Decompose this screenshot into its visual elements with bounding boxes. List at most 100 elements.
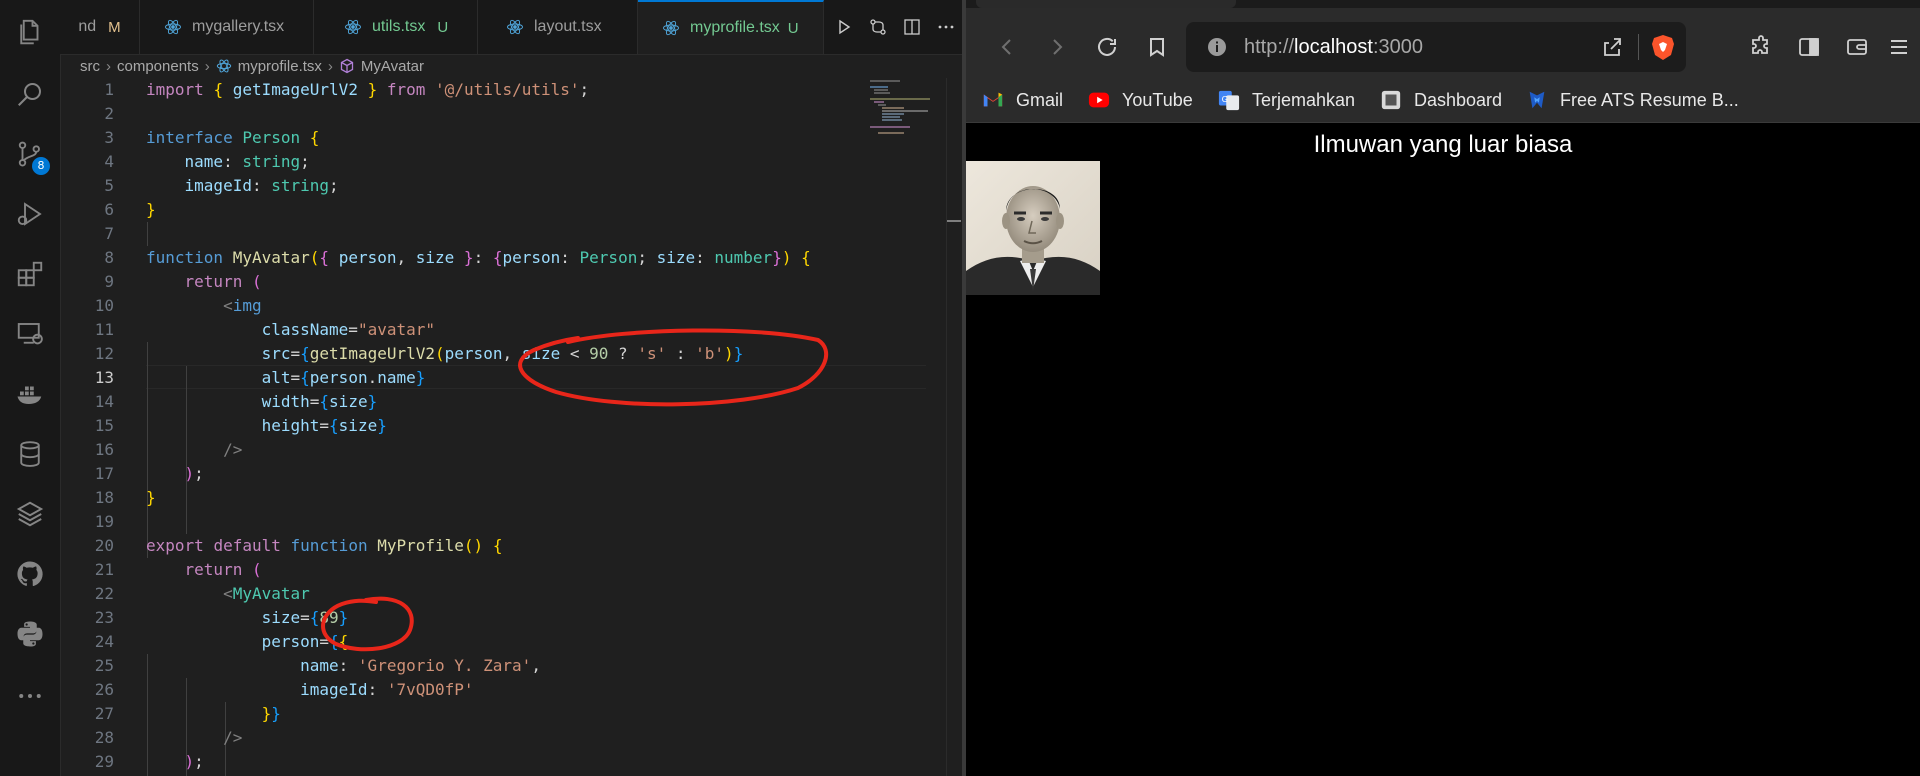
editor-tab-bar: nd M mygallery.tsx utils.tsx U layout.ts… bbox=[60, 0, 962, 55]
line-number: 27 bbox=[94, 704, 114, 723]
line-number: 4 bbox=[104, 152, 114, 171]
url-host: localhost bbox=[1294, 36, 1373, 58]
breadcrumb-symbol[interactable]: MyAvatar bbox=[361, 58, 424, 75]
code-editor[interactable]: 1 2 3 4 5 6 7 8 9 10 11 12 13 14 15 16 17 18 19 20 21 22 23 24 2… bbox=[60, 78, 962, 776]
code-line: className="avatar" bbox=[261, 320, 435, 339]
line-number: 29 bbox=[94, 752, 114, 771]
run-debug-icon[interactable] bbox=[14, 198, 46, 230]
layers-icon[interactable] bbox=[14, 498, 46, 530]
bookmark-label: Terjemahkan bbox=[1252, 89, 1356, 110]
react-icon bbox=[507, 19, 523, 35]
tab-label: layout.tsx bbox=[534, 18, 602, 35]
bookmark-dashboard[interactable]: Dashboard bbox=[1380, 88, 1502, 112]
code-line: <MyAvatar bbox=[223, 584, 310, 603]
line-number: 12 bbox=[94, 344, 114, 363]
sidebar-icon[interactable] bbox=[1792, 30, 1826, 64]
line-number: 28 bbox=[94, 728, 114, 747]
activity-bar: 8 bbox=[0, 0, 61, 776]
menu-icon[interactable] bbox=[1882, 30, 1916, 64]
breadcrumb-file[interactable]: myprofile.tsx bbox=[238, 58, 322, 75]
search-icon[interactable] bbox=[14, 78, 46, 110]
line-number: 15 bbox=[94, 416, 114, 435]
line-number: 11 bbox=[94, 320, 114, 339]
code-line: width={size} bbox=[261, 392, 378, 411]
extensions-icon[interactable] bbox=[14, 258, 46, 290]
run-icon[interactable] bbox=[834, 17, 854, 37]
tab-layout[interactable]: layout.tsx bbox=[478, 0, 638, 54]
back-icon[interactable] bbox=[990, 30, 1024, 64]
editor-actions bbox=[828, 0, 962, 54]
symbol-method-icon bbox=[340, 58, 354, 74]
browser-window: http://localhost:3000 Gmail YouTube G Te… bbox=[966, 0, 1920, 776]
code-line: export default function MyProfile() { bbox=[146, 536, 503, 555]
code-line: imageId: string; bbox=[184, 176, 339, 195]
code-line: } bbox=[146, 200, 156, 219]
remote-explorer-icon[interactable] bbox=[14, 318, 46, 350]
chevron-right-icon: › bbox=[204, 57, 210, 75]
database-icon[interactable] bbox=[14, 438, 46, 470]
line-number: 1 bbox=[104, 80, 114, 99]
split-editor-icon[interactable] bbox=[902, 17, 922, 37]
code-line: height={size} bbox=[261, 416, 387, 435]
editor-scrollbar[interactable] bbox=[946, 78, 961, 776]
wallet-icon[interactable] bbox=[1840, 30, 1874, 64]
tab-mygallery[interactable]: mygallery.tsx bbox=[140, 0, 314, 54]
breadcrumb-src[interactable]: src bbox=[80, 58, 100, 75]
bookmark-resume[interactable]: Free ATS Resume B... bbox=[1526, 88, 1739, 112]
info-icon[interactable] bbox=[1206, 36, 1228, 58]
line-number: 17 bbox=[94, 464, 114, 483]
line-number: 25 bbox=[94, 656, 114, 675]
bookmark-label: Gmail bbox=[1016, 89, 1064, 110]
address-bar[interactable]: http://localhost:3000 bbox=[1186, 22, 1686, 72]
share-icon[interactable] bbox=[1600, 35, 1624, 59]
code-line: size={89} bbox=[261, 608, 349, 627]
bookmark-gmail[interactable]: Gmail bbox=[982, 88, 1063, 112]
line-number: 18 bbox=[94, 488, 114, 507]
indent-guide bbox=[147, 222, 148, 246]
docker-icon[interactable] bbox=[14, 378, 46, 410]
explorer-icon[interactable] bbox=[14, 16, 46, 48]
react-icon bbox=[165, 19, 181, 35]
bookmark-youtube[interactable]: YouTube bbox=[1088, 88, 1193, 112]
minimap[interactable] bbox=[868, 78, 946, 138]
tab-label: nd bbox=[78, 18, 97, 35]
line-number: 3 bbox=[104, 128, 114, 147]
code-line: }} bbox=[261, 704, 281, 723]
tab-utils[interactable]: utils.tsx U bbox=[314, 0, 478, 54]
reload-icon[interactable] bbox=[1090, 30, 1124, 64]
line-number: 19 bbox=[94, 512, 114, 531]
bookmark-terjemahkan[interactable]: G Terjemahkan bbox=[1218, 88, 1355, 112]
line-number: 16 bbox=[94, 440, 114, 459]
scrollbar-cursor-marker bbox=[947, 220, 961, 222]
page-title: Ilmuwan yang luar biasa bbox=[1313, 131, 1573, 158]
bookmark-label: YouTube bbox=[1122, 89, 1193, 110]
code-line: imageId: '7vQD0fP' bbox=[300, 680, 474, 699]
python-icon[interactable] bbox=[14, 618, 46, 650]
bookmark-icon[interactable] bbox=[1140, 30, 1174, 64]
code-line: /> bbox=[223, 440, 243, 459]
resume-icon bbox=[1529, 91, 1545, 109]
tab-label: mygallery.tsx bbox=[192, 18, 285, 35]
more-icon[interactable] bbox=[14, 680, 46, 712]
browser-tab[interactable] bbox=[976, 0, 1236, 8]
tab-myprofile[interactable]: myprofile.tsx U bbox=[638, 0, 824, 54]
avatar-photo bbox=[966, 161, 1100, 295]
url-text: http://localhost:3000 bbox=[1244, 36, 1423, 59]
breadcrumb-components[interactable]: components bbox=[117, 58, 199, 75]
gmail-icon bbox=[983, 92, 1003, 107]
web-page: Ilmuwan yang luar biasa bbox=[966, 123, 1920, 776]
line-number: 22 bbox=[94, 584, 114, 603]
forward-icon[interactable] bbox=[1040, 30, 1074, 64]
bookmark-label: Free ATS Resume B... bbox=[1560, 89, 1739, 110]
code-line: name: string; bbox=[184, 152, 310, 171]
line-number: 14 bbox=[94, 392, 114, 411]
code-line: return ( bbox=[184, 272, 262, 291]
brave-shield-icon[interactable] bbox=[1650, 33, 1676, 61]
github-icon[interactable] bbox=[14, 558, 46, 590]
more-actions-icon[interactable] bbox=[936, 17, 956, 37]
line-number: 8 bbox=[104, 248, 114, 267]
code-line: ); bbox=[184, 752, 204, 771]
tab-nd[interactable]: nd M bbox=[60, 0, 140, 54]
extensions-icon[interactable] bbox=[1744, 30, 1778, 64]
compare-changes-icon[interactable] bbox=[868, 17, 888, 37]
